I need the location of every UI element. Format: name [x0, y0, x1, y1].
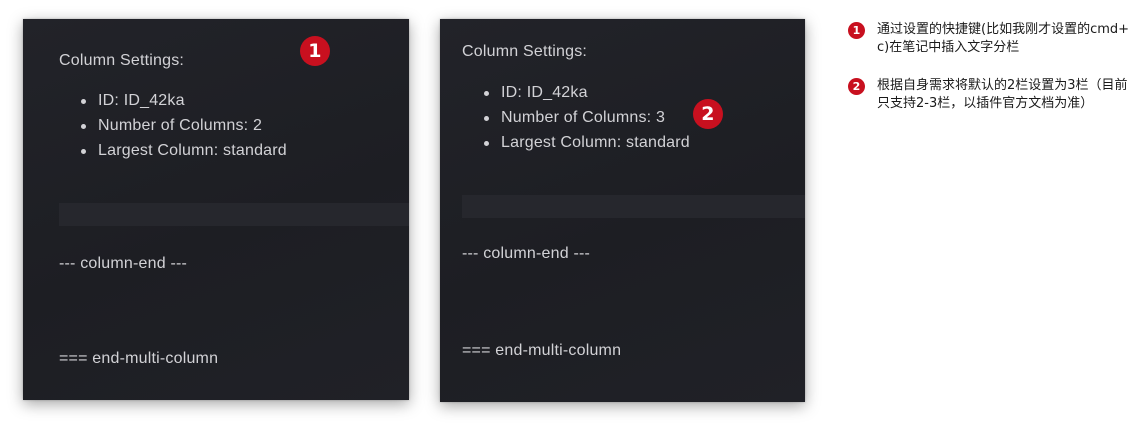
- setting-number-of-columns[interactable]: Number of Columns: 3: [484, 108, 690, 133]
- column-end-marker[interactable]: --- column-end ---: [462, 245, 590, 263]
- note-panel-before: Column Settings: ID: ID_42ka Number of C…: [23, 19, 409, 400]
- legend-text-2: 根据自身需求将默认的2栏设置为3栏（目前只支持2-3栏，以插件官方文档为准）: [877, 78, 1128, 111]
- setting-number-of-columns-text: Number of Columns: 3: [501, 109, 666, 126]
- setting-id[interactable]: ID: ID_42ka: [81, 91, 287, 116]
- bullet-icon: [484, 141, 489, 146]
- setting-largest-column[interactable]: Largest Column: standard: [81, 141, 287, 166]
- setting-number-of-columns[interactable]: Number of Columns: 2: [81, 116, 287, 141]
- column-settings-list: ID: ID_42ka Number of Columns: 2 Largest…: [81, 91, 287, 166]
- column-settings-heading: Column Settings:: [462, 43, 588, 60]
- end-multi-column-marker[interactable]: === end-multi-column: [462, 342, 621, 360]
- legend-item-2: 2 根据自身需求将默认的2栏设置为3栏（目前只支持2-3栏，以插件官方文档为准）: [848, 77, 1138, 113]
- step-badge-2: 2: [693, 99, 723, 129]
- setting-id-text: ID: ID_42ka: [501, 84, 588, 101]
- legend-item-1: 1 通过设置的快捷键(比如我刚才设置的cmd+c)在笔记中插入文字分栏: [848, 21, 1138, 57]
- bullet-icon: [484, 116, 489, 121]
- legend-text-1: 通过设置的快捷键(比如我刚才设置的cmd+c)在笔记中插入文字分栏: [877, 22, 1130, 55]
- setting-number-of-columns-text: Number of Columns: 2: [98, 117, 263, 134]
- column-content-line[interactable]: [59, 203, 409, 226]
- setting-id-text: ID: ID_42ka: [98, 92, 185, 109]
- setting-id[interactable]: ID: ID_42ka: [484, 83, 690, 108]
- step-badge-1: 1: [300, 36, 330, 66]
- setting-largest-column-text: Largest Column: standard: [501, 134, 690, 151]
- setting-largest-column-text: Largest Column: standard: [98, 142, 287, 159]
- legend-badge-1: 1: [848, 22, 865, 39]
- bullet-icon: [81, 124, 86, 129]
- legend-badge-2: 2: [848, 78, 865, 95]
- column-end-marker[interactable]: --- column-end ---: [59, 255, 187, 273]
- note-panel-after: Column Settings: ID: ID_42ka Number of C…: [440, 19, 805, 402]
- bullet-icon: [81, 149, 86, 154]
- bullet-icon: [81, 99, 86, 104]
- column-content-line[interactable]: [462, 195, 805, 218]
- column-settings-heading: Column Settings:: [59, 52, 185, 69]
- end-multi-column-marker[interactable]: === end-multi-column: [59, 350, 218, 368]
- column-settings-list: ID: ID_42ka Number of Columns: 3 Largest…: [484, 83, 690, 158]
- setting-largest-column[interactable]: Largest Column: standard: [484, 133, 690, 158]
- bullet-icon: [484, 91, 489, 96]
